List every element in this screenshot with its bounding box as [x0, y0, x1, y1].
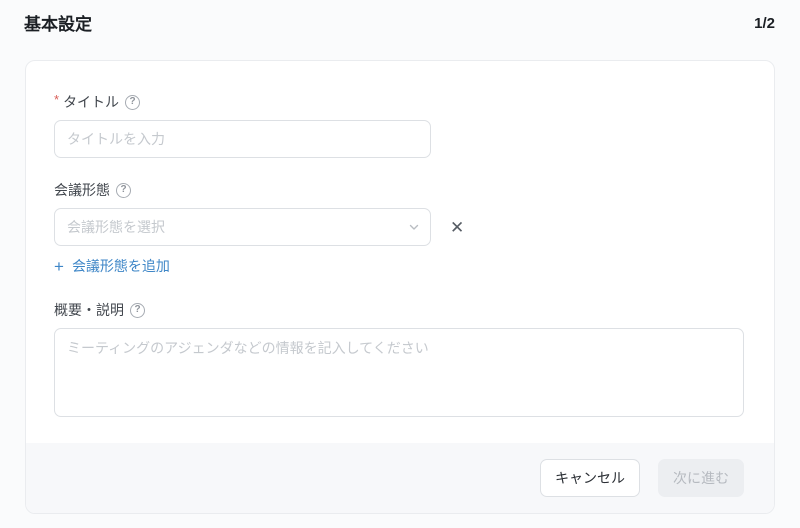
title-input[interactable]	[54, 120, 431, 158]
meeting-type-select-row: 会議形態を選択 ✕	[54, 208, 744, 246]
basic-settings-card: * タイトル ? 会議形態 ? 会議形態を選択	[25, 60, 775, 514]
description-label-row: 概要・説明 ?	[54, 300, 744, 320]
form-footer: キャンセル 次に進む	[26, 443, 774, 513]
close-icon: ✕	[450, 218, 464, 237]
add-meeting-type-link[interactable]: + 会議形態を追加	[54, 256, 170, 276]
meeting-type-label-row: 会議形態 ?	[54, 180, 744, 200]
page-header: 基本設定 1/2	[0, 0, 800, 37]
add-meeting-type-label: 会議形態を追加	[72, 256, 170, 276]
help-icon[interactable]: ?	[116, 183, 131, 198]
chevron-down-icon	[408, 221, 420, 233]
description-label: 概要・説明	[54, 300, 124, 320]
description-textarea[interactable]	[54, 328, 744, 417]
description-field: 概要・説明 ?	[54, 300, 744, 417]
cancel-button[interactable]: キャンセル	[540, 459, 640, 497]
plus-icon: +	[54, 258, 64, 275]
title-label-row: * タイトル ?	[54, 92, 744, 112]
help-icon[interactable]: ?	[125, 95, 140, 110]
title-label: タイトル	[63, 92, 119, 112]
page-title: 基本設定	[24, 13, 92, 37]
meeting-type-select-placeholder: 会議形態を選択	[67, 217, 165, 237]
form-body: * タイトル ? 会議形態 ? 会議形態を選択	[26, 61, 774, 443]
meeting-type-field: 会議形態 ? 会議形態を選択 ✕ + 会議形態を追加	[54, 180, 744, 276]
title-field: * タイトル ?	[54, 92, 744, 158]
next-button[interactable]: 次に進む	[658, 459, 744, 497]
meeting-type-label: 会議形態	[54, 180, 110, 200]
help-icon[interactable]: ?	[130, 303, 145, 318]
meeting-type-select[interactable]: 会議形態を選択	[54, 208, 431, 246]
required-asterisk: *	[54, 92, 59, 108]
step-indicator: 1/2	[754, 13, 775, 35]
clear-select-button[interactable]: ✕	[448, 217, 466, 238]
